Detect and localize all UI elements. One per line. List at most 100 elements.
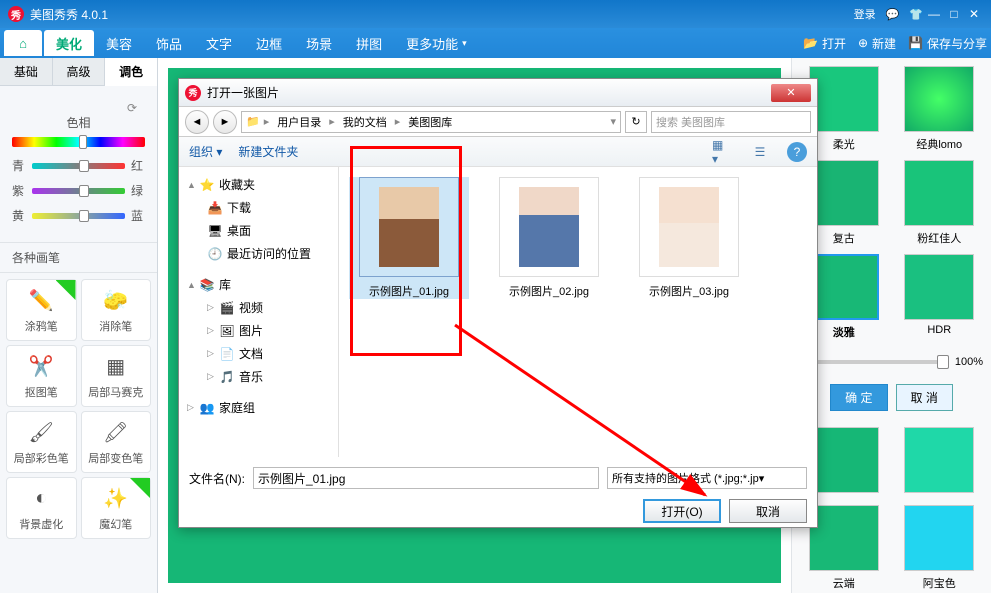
effect-pink[interactable]: 粉红佳人 — [896, 160, 984, 246]
cancel-button[interactable]: 取 消 — [896, 384, 953, 411]
file-item[interactable]: 示例图片_03.jpg — [629, 177, 749, 299]
tree-favorites[interactable]: ▲⭐收藏夹 — [185, 173, 332, 196]
tree-music[interactable]: ▷🎵音乐 — [185, 365, 332, 388]
ok-button[interactable]: 确 定 — [830, 384, 887, 411]
dialog-footer: 文件名(N): 所有支持的图片格式 (*.jpg;*.jp ▾ 打开(O) 取消 — [179, 457, 817, 533]
effect-grid-2: 云端 阿宝色 — [800, 427, 983, 591]
tree-documents[interactable]: ▷📄文档 — [185, 342, 332, 365]
brush-recolor[interactable]: 🖍局部变色笔 — [81, 411, 152, 473]
subtab-color[interactable]: 调色 — [105, 58, 157, 86]
reset-icon[interactable]: ⟳ — [127, 101, 137, 115]
dialog-toolbar: 组织 ▾ 新建文件夹 ▦ ▾ ☰ ? — [179, 137, 817, 167]
brush-blur[interactable]: ◐背景虚化 — [6, 477, 77, 539]
filetype-select[interactable]: 所有支持的图片格式 (*.jpg;*.jp ▾ — [607, 467, 807, 489]
slider-cyan-red[interactable]: 青 红 — [12, 157, 145, 174]
dialog-close-button[interactable]: ✕ — [771, 84, 811, 102]
brush-cutout[interactable]: ✂️抠图笔 — [6, 345, 77, 407]
chevron-down-icon[interactable]: ▾ — [610, 115, 616, 128]
view-list-button[interactable]: ☰ — [749, 142, 771, 162]
crayon-icon: 🖍 — [102, 418, 130, 446]
tree-pictures[interactable]: ▷🖼图片 — [185, 319, 332, 342]
effect-lomo[interactable]: 经典lomo — [896, 66, 984, 152]
tree-desktop[interactable]: 🖥桌面 — [185, 219, 332, 242]
view-thumb-button[interactable]: ▦ ▾ — [711, 142, 733, 162]
open-button[interactable]: 📂打开 — [803, 35, 846, 52]
tab-beautify[interactable]: 美化 — [44, 30, 94, 56]
feedback-icon[interactable]: 💬 — [886, 8, 900, 21]
tab-scene[interactable]: 场景 — [294, 30, 344, 56]
picture-icon: 🖼 — [219, 324, 235, 338]
breadcrumb-item[interactable]: 用户目录 — [273, 114, 325, 130]
scissors-icon: ✂️ — [27, 352, 55, 380]
tree-videos[interactable]: ▷🎬视频 — [185, 296, 332, 319]
refresh-button[interactable]: ↻ — [625, 111, 647, 133]
breadcrumb[interactable]: 📁 ▸ 用户目录 ▸ 我的文档 ▸ 美图图库 ▾ — [241, 111, 621, 133]
tree-downloads[interactable]: 📥下载 — [185, 196, 332, 219]
maximize-button[interactable]: □ — [945, 5, 963, 23]
brush-doodle[interactable]: ✏️涂鸦笔 — [6, 279, 77, 341]
tab-collage[interactable]: 拼图 — [344, 30, 394, 56]
slider-yellow-blue[interactable]: 黄 蓝 — [12, 207, 145, 224]
brush-mosaic[interactable]: ▦局部马赛克 — [81, 345, 152, 407]
login-link[interactable]: 登录 — [854, 6, 876, 22]
effect-abao[interactable]: 阿宝色 — [896, 505, 984, 591]
breadcrumb-item[interactable]: 美图图库 — [404, 114, 456, 130]
color-section: ⟳ 色相 青 红 紫 绿 黄 蓝 — [0, 86, 157, 243]
file-listing: 示例图片_01.jpg 示例图片_02.jpg 示例图片_03.jpg — [339, 167, 817, 457]
close-button[interactable]: ✕ — [965, 5, 983, 23]
file-open-dialog: 秀 打开一张图片 ✕ ◄ ► 📁 ▸ 用户目录 ▸ 我的文档 ▸ 美图图库 ▾ … — [178, 78, 818, 528]
star-icon: ⭐ — [199, 178, 215, 192]
effect-extra2[interactable] — [896, 427, 984, 497]
hue-label: 色相 — [12, 114, 145, 131]
slider-purple-green[interactable]: 紫 绿 — [12, 182, 145, 199]
folder-tree: ▲⭐收藏夹 📥下载 🖥桌面 🕘最近访问的位置 ▲📚库 ▷🎬视频 ▷🖼图片 ▷📄文… — [179, 167, 339, 457]
minimize-button[interactable]: — — [925, 5, 943, 23]
cancel-file-button[interactable]: 取消 — [729, 499, 807, 523]
app-logo: 秀 — [8, 6, 24, 22]
open-file-button[interactable]: 打开(O) — [643, 499, 721, 523]
help-button[interactable]: ? — [787, 142, 807, 162]
filename-input[interactable] — [253, 467, 599, 489]
intensity-slider[interactable]: 100% — [800, 348, 983, 376]
tab-text[interactable]: 文字 — [194, 30, 244, 56]
tree-library[interactable]: ▲📚库 — [185, 273, 332, 296]
tab-decor[interactable]: 饰品 — [144, 30, 194, 56]
file-item[interactable]: 示例图片_02.jpg — [489, 177, 609, 299]
tab-cosmetic[interactable]: 美容 — [94, 30, 144, 56]
home-button[interactable]: ⌂ — [4, 30, 42, 56]
titlebar: 秀 美图秀秀 4.0.1 登录 💬 👕 — □ ✕ — [0, 0, 991, 28]
plus-icon: ⊕ — [858, 36, 868, 50]
eraser-icon: 🧽 — [102, 286, 130, 314]
video-icon: 🎬 — [219, 301, 235, 315]
save-share-button[interactable]: 💾保存与分享 — [908, 35, 987, 52]
tree-homegroup[interactable]: ▷👥家庭组 — [185, 396, 332, 419]
breadcrumb-item[interactable]: 我的文档 — [339, 114, 391, 130]
organize-button[interactable]: 组织 ▾ — [189, 143, 222, 160]
menubar: ⌂ 美化 美容 饰品 文字 边框 场景 拼图 更多功能▾ 📂打开 ⊕新建 💾保存… — [0, 28, 991, 58]
sparkle-icon: ✨ — [102, 484, 130, 512]
tree-recent[interactable]: 🕘最近访问的位置 — [185, 242, 332, 265]
dialog-title: 打开一张图片 — [207, 84, 279, 101]
file-item[interactable]: 示例图片_01.jpg — [349, 177, 469, 299]
effect-hdr[interactable]: HDR — [896, 254, 984, 340]
app-title: 美图秀秀 4.0.1 — [30, 6, 108, 23]
brush-magic[interactable]: ✨魔幻笔 — [81, 477, 152, 539]
subtab-advanced[interactable]: 高级 — [53, 58, 106, 85]
skin-icon[interactable]: 👕 — [909, 8, 923, 21]
brush-erase[interactable]: 🧽消除笔 — [81, 279, 152, 341]
tab-more[interactable]: 更多功能▾ — [394, 30, 479, 56]
dialog-titlebar: 秀 打开一张图片 ✕ — [179, 79, 817, 107]
new-badge — [130, 478, 150, 498]
tab-frame[interactable]: 边框 — [244, 30, 294, 56]
library-icon: 📚 — [199, 278, 215, 292]
blur-icon: ◐ — [27, 484, 55, 512]
subtab-basic[interactable]: 基础 — [0, 58, 53, 85]
nav-forward-button[interactable]: ► — [213, 110, 237, 134]
newfolder-button[interactable]: 新建文件夹 — [238, 143, 298, 160]
brush-color[interactable]: 🖌局部彩色笔 — [6, 411, 77, 473]
nav-back-button[interactable]: ◄ — [185, 110, 209, 134]
music-icon: 🎵 — [219, 370, 235, 384]
new-button[interactable]: ⊕新建 — [858, 35, 896, 52]
hue-slider[interactable] — [12, 137, 145, 147]
search-input[interactable]: 搜索 美图图库 — [651, 111, 811, 133]
